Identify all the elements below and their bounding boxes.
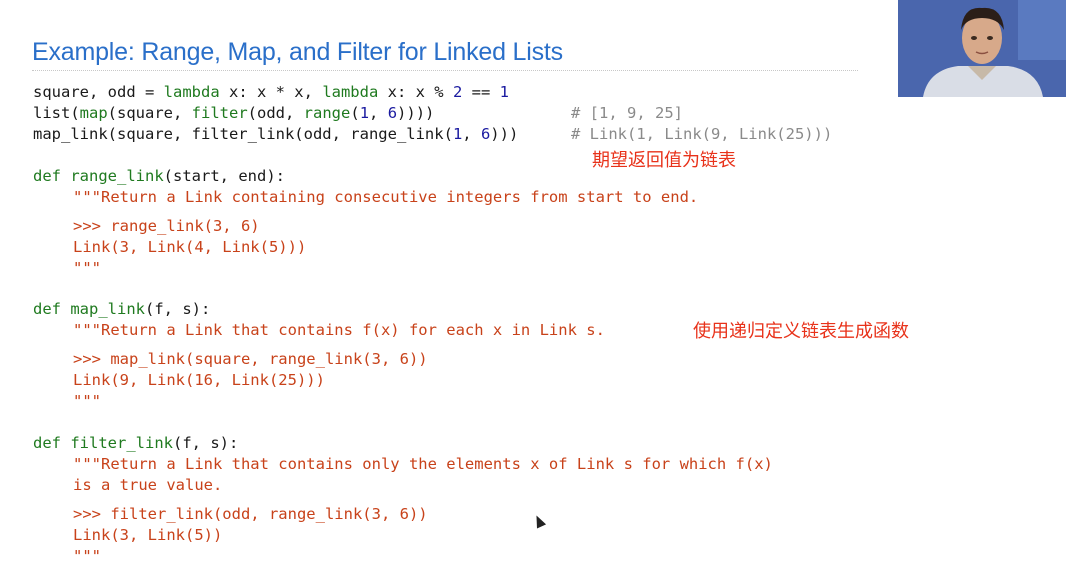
code-function-name: range_link	[70, 167, 164, 185]
code-text: ,	[369, 104, 388, 122]
code-line-3: map_link(square, filter_link(odd, range_…	[33, 125, 518, 143]
mouse-cursor-icon	[531, 513, 547, 529]
code-keyword: def	[33, 167, 61, 185]
code-text: (f, s):	[173, 434, 239, 452]
presenter-webcam	[898, 0, 1066, 97]
code-number: 2	[452, 83, 463, 101]
code-text: x: x * x,	[219, 83, 323, 101]
code-text: (	[350, 104, 360, 122]
code-text: ))))	[397, 104, 435, 122]
code-keyword: def	[33, 434, 61, 452]
code-docstring-end: """	[73, 547, 101, 565]
code-docstring-end: """	[73, 392, 101, 410]
code-line-def-range-link: def range_link(start, end):	[33, 167, 285, 185]
code-keyword: lambda	[163, 83, 220, 101]
slide-title: Example: Range, Map, and Filter for Link…	[32, 38, 563, 66]
code-text: square, odd =	[33, 83, 164, 101]
code-text: (odd,	[247, 104, 304, 122]
code-function-name: map_link	[70, 300, 145, 318]
code-text: ,	[462, 125, 481, 143]
code-text: (square,	[107, 104, 192, 122]
code-line-2: list(map(square, filter(odd, range(1, 6)…	[33, 104, 434, 122]
code-line-1: square, odd = lambda x: x * x, lambda x:…	[33, 83, 509, 101]
code-builtin: map	[79, 104, 108, 122]
code-text: (f, s):	[145, 300, 211, 318]
code-docstring: """Return a Link that contains f(x) for …	[73, 321, 605, 339]
code-docstring: """Return a Link that contains only the …	[73, 455, 773, 473]
code-doctest-output: Link(9, Link(16, Link(25)))	[73, 371, 325, 389]
annotation-expected-linked-list: 期望返回值为链表	[592, 150, 736, 171]
code-keyword: def	[33, 300, 61, 318]
code-keyword: lambda	[322, 83, 379, 101]
code-doctest: >>> map_link(square, range_link(3, 6))	[73, 350, 428, 368]
code-number: 1	[499, 83, 509, 101]
code-number: 1	[359, 104, 370, 122]
title-divider	[32, 70, 858, 71]
code-line-def-filter-link: def filter_link(f, s):	[33, 434, 238, 452]
code-number: 6	[387, 104, 398, 122]
code-text: list(	[33, 104, 80, 122]
code-comment: # Link(1, Link(9, Link(25)))	[571, 125, 833, 143]
code-function-name: filter_link	[70, 434, 173, 452]
code-line-def-map-link: def map_link(f, s):	[33, 300, 210, 318]
code-comment: # [1, 9, 25]	[571, 104, 683, 122]
code-builtin: range	[303, 104, 351, 122]
code-number: 1	[452, 125, 463, 143]
code-builtin: filter	[191, 104, 248, 122]
code-docstring-end: """	[73, 259, 101, 277]
code-number: 6	[480, 125, 491, 143]
presenter-icon	[898, 0, 1066, 97]
code-text: map_link(square, filter_link(odd, range_…	[33, 125, 453, 143]
code-text: ==	[462, 83, 500, 101]
code-doctest: >>> filter_link(odd, range_link(3, 6))	[73, 505, 428, 523]
code-doctest: >>> range_link(3, 6)	[73, 217, 260, 235]
code-doctest-output: Link(3, Link(5))	[73, 526, 223, 544]
code-text: x: x %	[378, 83, 453, 101]
annotation-recursive-definition: 使用递归定义链表生成函数	[693, 321, 909, 342]
code-docstring: is a true value.	[73, 476, 223, 494]
code-text: )))	[490, 125, 519, 143]
code-text: (start, end):	[163, 167, 285, 185]
code-doctest-output: Link(3, Link(4, Link(5)))	[73, 238, 307, 256]
code-docstring: """Return a Link containing consecutive …	[73, 188, 699, 206]
